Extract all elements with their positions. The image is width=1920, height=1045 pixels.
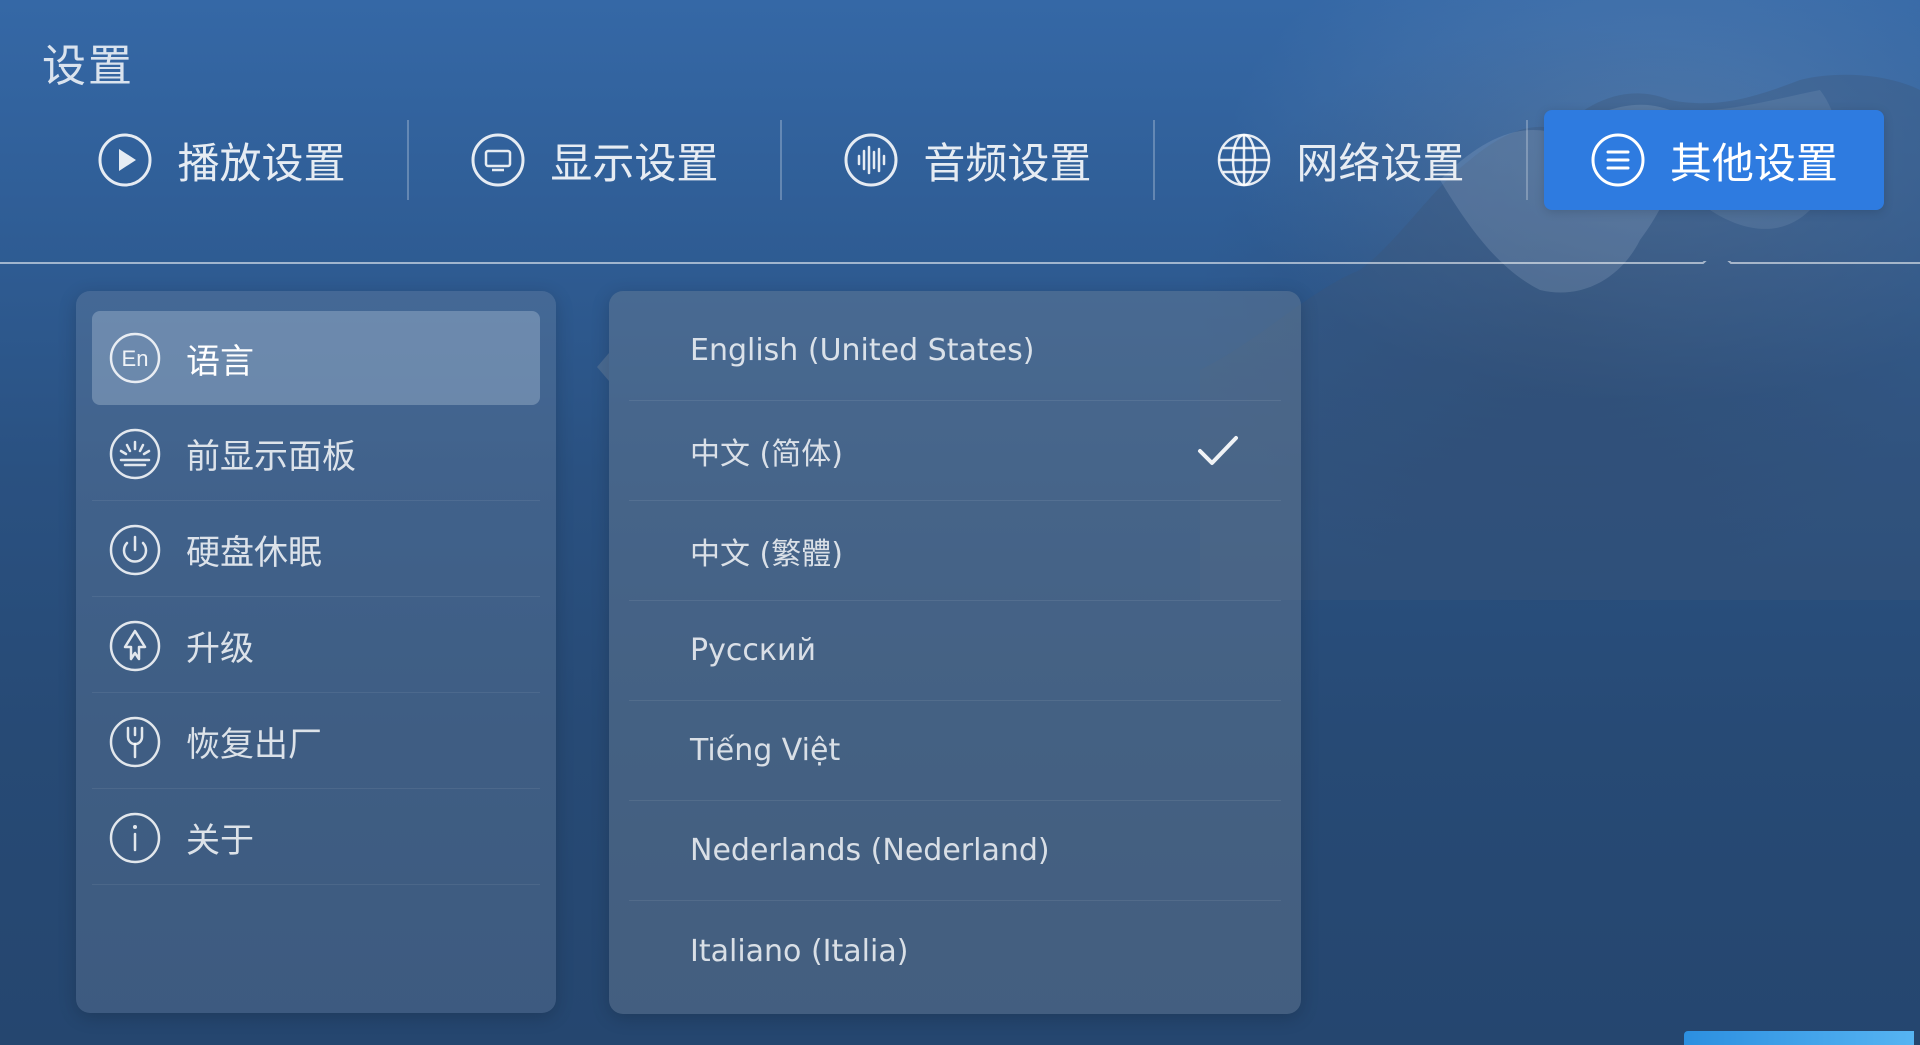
sidebar-menu-panel: En 语言 前显示面板 硬盘休眠 升级 恢复出厂 关于 bbox=[76, 291, 556, 1013]
tab-label: 音频设置 bbox=[923, 138, 1092, 188]
globe-icon bbox=[1216, 132, 1272, 188]
power-icon bbox=[108, 523, 162, 577]
language-option-label: Nederlands (Nederland) bbox=[690, 833, 1050, 868]
tab-label: 其他设置 bbox=[1669, 138, 1838, 188]
language-option-selected[interactable]: 中文 (简体) bbox=[629, 401, 1281, 501]
menu-list-icon bbox=[1590, 132, 1646, 188]
sidebar-item-label: 硬盘休眠 bbox=[186, 533, 322, 573]
page-title: 设置 bbox=[42, 41, 134, 92]
sidebar-item-factory-reset[interactable]: 恢复出厂 bbox=[92, 695, 540, 789]
play-circle-icon bbox=[97, 132, 153, 188]
language-icon-text: En bbox=[122, 346, 149, 371]
front-panel-icon bbox=[108, 427, 162, 481]
wrench-icon bbox=[108, 715, 162, 769]
language-option-label: Русский bbox=[690, 633, 816, 668]
monitor-icon bbox=[470, 132, 526, 188]
language-options-panel: English (United States) 中文 (简体) 中文 (繁體) … bbox=[597, 291, 1301, 1014]
top-tab-bar: 播放设置 显示设置 音频设置 网络设置 其他设置 bbox=[36, 110, 1884, 210]
checkmark-icon bbox=[1195, 428, 1241, 474]
language-option[interactable]: English (United States) bbox=[629, 301, 1281, 401]
language-options-list: English (United States) 中文 (简体) 中文 (繁體) … bbox=[629, 301, 1281, 1001]
corner-watermark bbox=[1684, 1031, 1914, 1045]
language-option-label: Tiếng Việt bbox=[690, 733, 841, 768]
language-option-label: English (United States) bbox=[690, 333, 1035, 368]
sidebar-item-label: 升级 bbox=[186, 629, 254, 669]
language-option[interactable]: Italiano (Italia) bbox=[629, 901, 1281, 1001]
sidebar-menu: En 语言 前显示面板 硬盘休眠 升级 恢复出厂 关于 bbox=[92, 311, 540, 887]
upgrade-icon bbox=[108, 619, 162, 673]
sidebar-item-upgrade[interactable]: 升级 bbox=[92, 599, 540, 693]
sidebar-item-label: 关于 bbox=[186, 821, 254, 861]
panel-pointer bbox=[597, 353, 609, 381]
sidebar-item-about[interactable]: 关于 bbox=[92, 791, 540, 885]
tab-audio-settings[interactable]: 音频设置 bbox=[782, 110, 1153, 210]
language-option[interactable]: Nederlands (Nederland) bbox=[629, 801, 1281, 901]
tab-divider bbox=[0, 261, 1920, 264]
tab-network-settings[interactable]: 网络设置 bbox=[1155, 110, 1526, 210]
language-option-label: 中文 (繁體) bbox=[690, 536, 843, 572]
tab-label: 显示设置 bbox=[550, 138, 719, 188]
language-option-label: 中文 (简体) bbox=[690, 436, 843, 472]
tab-label: 网络设置 bbox=[1296, 138, 1465, 188]
language-option[interactable]: 中文 (繁體) bbox=[629, 501, 1281, 601]
sidebar-item-label: 恢复出厂 bbox=[186, 725, 322, 765]
sidebar-item-language[interactable]: En 语言 bbox=[92, 311, 540, 405]
language-option-label: Italiano (Italia) bbox=[690, 933, 909, 969]
tab-separator bbox=[1525, 120, 1528, 200]
language-en-icon: En bbox=[108, 331, 162, 385]
tab-label: 播放设置 bbox=[177, 138, 346, 188]
tab-display-settings[interactable]: 显示设置 bbox=[409, 110, 780, 210]
language-option[interactable]: Русский bbox=[629, 601, 1281, 701]
sidebar-item-label: 前显示面板 bbox=[186, 437, 356, 477]
sidebar-item-front-panel[interactable]: 前显示面板 bbox=[92, 407, 540, 501]
audio-wave-icon bbox=[843, 132, 899, 188]
info-icon bbox=[108, 811, 162, 865]
language-option[interactable]: Tiếng Việt bbox=[629, 701, 1281, 801]
tab-other-settings[interactable]: 其他设置 bbox=[1543, 110, 1884, 210]
sidebar-item-label: 语言 bbox=[186, 341, 254, 382]
tab-playback-settings[interactable]: 播放设置 bbox=[36, 110, 407, 210]
sidebar-item-disk-sleep[interactable]: 硬盘休眠 bbox=[92, 503, 540, 597]
